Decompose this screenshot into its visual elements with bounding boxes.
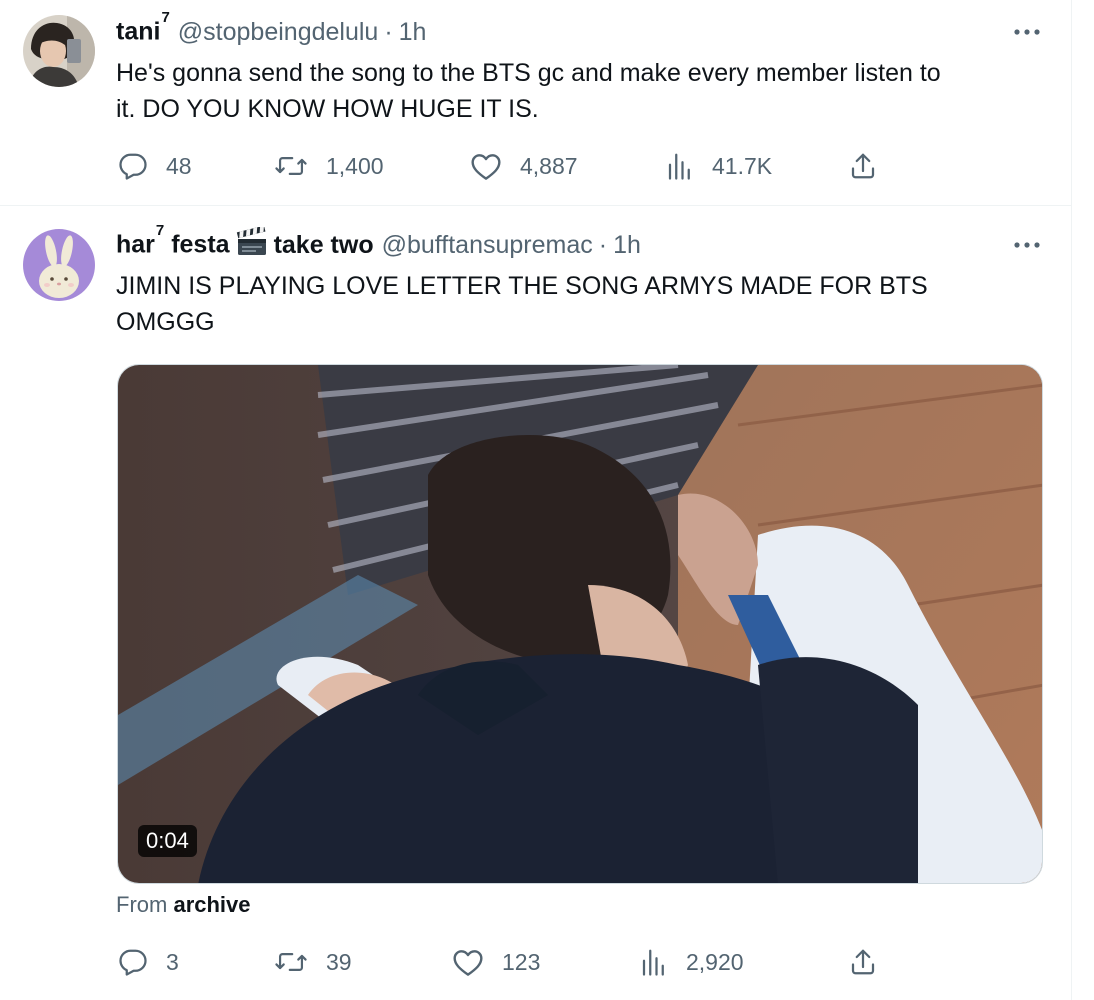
separator: ·	[598, 230, 608, 259]
timestamp[interactable]: 1h	[613, 231, 641, 260]
view-count: 2,920	[686, 948, 744, 975]
timestamp[interactable]: 1h	[399, 18, 427, 47]
tweet-header: tani7 @stopbeingdelulu · 1h	[116, 9, 427, 48]
share-icon	[848, 947, 878, 977]
heart-icon	[452, 947, 484, 977]
retweet-icon	[274, 947, 308, 977]
video-frame	[118, 365, 1042, 883]
avatar[interactable]	[23, 15, 95, 87]
media-source[interactable]: From archive	[116, 892, 251, 918]
clapper-board-icon	[236, 225, 268, 264]
reply-button[interactable]: 48	[118, 146, 192, 186]
display-name[interactable]: har7 festa	[116, 222, 230, 259]
like-count: 4,887	[520, 152, 578, 179]
views-icon	[640, 947, 668, 977]
retweet-button[interactable]: 39	[274, 942, 352, 982]
share-icon	[848, 151, 878, 181]
display-name-suffix[interactable]: take two	[274, 231, 374, 260]
views-button[interactable]: 2,920	[640, 942, 744, 982]
like-count: 123	[502, 948, 541, 975]
timeline: tani7 @stopbeingdelulu · 1h He's gonna s…	[0, 0, 1072, 1000]
reply-count: 3	[166, 948, 179, 975]
retweet-icon	[274, 151, 308, 181]
tweet-header: har7 festa take two @bufftansupremac · 1…	[116, 222, 641, 264]
more-icon[interactable]	[1012, 235, 1042, 255]
tweet[interactable]: tani7 @stopbeingdelulu · 1h He's gonna s…	[0, 0, 1072, 206]
retweet-count: 39	[326, 948, 352, 975]
handle[interactable]: @bufftansupremac	[382, 231, 593, 260]
separator: ·	[384, 17, 393, 46]
view-count: 41.7K	[712, 152, 773, 179]
share-button[interactable]	[848, 942, 878, 982]
reply-button[interactable]: 3	[118, 942, 179, 982]
more-icon[interactable]	[1012, 22, 1042, 42]
share-button[interactable]	[848, 146, 878, 186]
tweet[interactable]: har7 festa take two @bufftansupremac · 1…	[0, 207, 1072, 1000]
reply-icon	[118, 947, 148, 977]
tweet-actions: 48 1,400 4,887 41.7K	[116, 146, 896, 186]
media-source-name[interactable]: archive	[173, 892, 250, 917]
display-name[interactable]: tani7	[116, 9, 170, 46]
avatar[interactable]	[23, 229, 95, 301]
retweet-button[interactable]: 1,400	[274, 146, 384, 186]
heart-icon	[470, 151, 502, 181]
reply-icon	[118, 151, 148, 181]
video-player[interactable]: 0:04	[117, 364, 1043, 884]
like-button[interactable]: 4,887	[470, 146, 578, 186]
like-button[interactable]: 123	[452, 942, 540, 982]
tweet-text: JIMIN IS PLAYING LOVE LETTER THE SONG AR…	[116, 272, 928, 336]
tweet-actions: 3 39 123 2,920	[116, 942, 896, 982]
reply-count: 48	[166, 152, 192, 179]
views-button[interactable]: 41.7K	[666, 146, 772, 186]
views-icon	[666, 151, 694, 181]
retweet-count: 1,400	[326, 152, 384, 179]
video-duration: 0:04	[138, 825, 197, 857]
handle[interactable]: @stopbeingdelulu	[178, 18, 379, 47]
tweet-text: He's gonna send the song to the BTS gc a…	[116, 59, 941, 123]
